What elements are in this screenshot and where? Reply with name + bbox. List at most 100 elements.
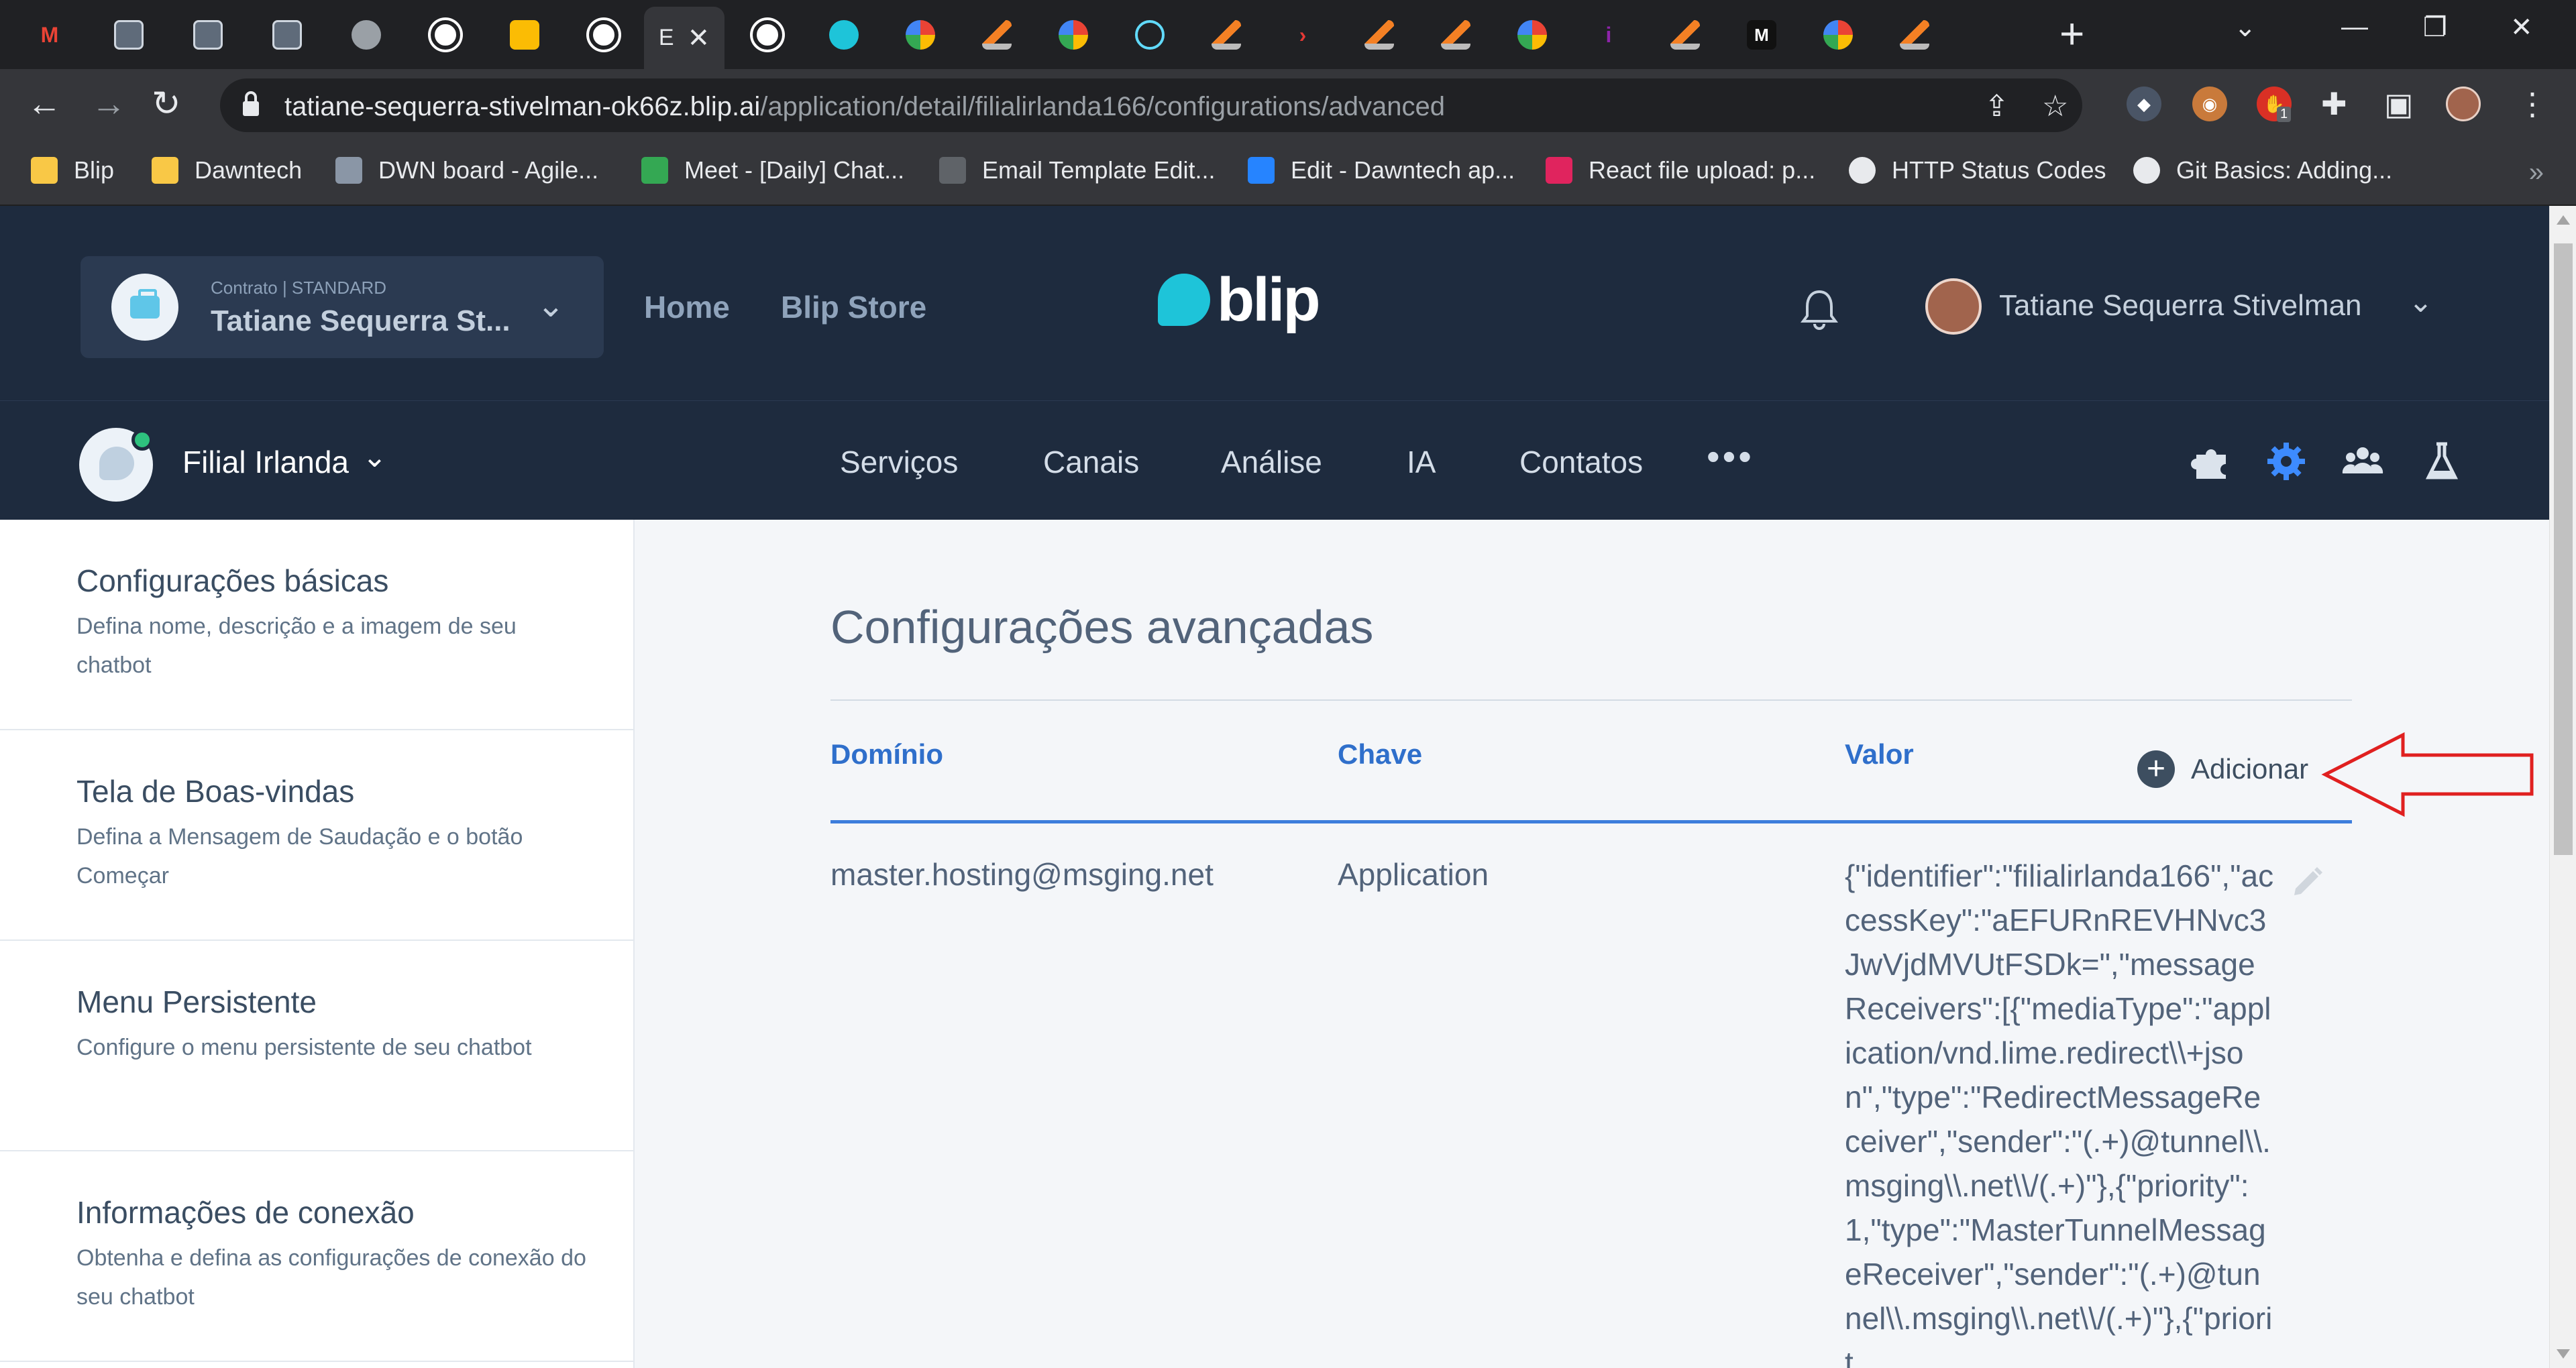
browser-tab[interactable] (1190, 11, 1263, 59)
sidebar-item-informacoes-conexao[interactable]: Informações de conexão Obtenha e defina … (0, 1151, 635, 1362)
blip-logo[interactable]: blip (1158, 269, 1321, 331)
browser-tab[interactable] (1114, 11, 1186, 59)
bookmark-item[interactable]: Edit - Dawntech ap... (1248, 156, 1515, 184)
bookmark-star-icon[interactable]: ☆ (2042, 89, 2068, 123)
browser-tab[interactable] (1878, 11, 1951, 59)
browser-tab[interactable] (731, 11, 804, 59)
browser-tab[interactable] (884, 11, 957, 59)
sidebar-item-tela-boas-vindas[interactable]: Tela de Boas-vindas Defina a Mensagem de… (0, 730, 635, 941)
chevron-down-icon[interactable]: ⌄ (2408, 285, 2433, 319)
back-button[interactable]: ← (27, 84, 62, 124)
page-scrollbar[interactable] (2549, 206, 2576, 1368)
browser-tab[interactable] (409, 11, 482, 59)
bookmark-item[interactable]: HTTP Status Codes (1849, 156, 2106, 184)
plus-icon: + (2137, 750, 2175, 788)
team-icon[interactable] (2341, 440, 2384, 483)
browser-tab[interactable] (1802, 11, 1874, 59)
browser-tab[interactable] (1037, 11, 1110, 59)
bookmark-item[interactable]: DWN board - Agile... (335, 156, 598, 184)
browser-tab[interactable]: i (1572, 11, 1645, 59)
browser-tab[interactable] (568, 11, 640, 59)
browser-menu-icon[interactable]: ⋮ (2517, 84, 2548, 124)
share-icon[interactable]: ⇪ (1984, 89, 2009, 123)
user-avatar[interactable] (1925, 278, 1982, 335)
browser-tab[interactable] (808, 11, 880, 59)
stackoverflow-icon (1900, 20, 1929, 50)
scroll-up-icon[interactable] (2557, 215, 2570, 225)
extension-owl-icon[interactable]: ◉ (2192, 87, 2227, 121)
sidebar-item-configuracoes-basicas[interactable]: Configurações básicas Defina nome, descr… (0, 520, 635, 730)
template-icon (939, 157, 966, 184)
sidebar-item-desc: Defina nome, descrição e a imagem de seu… (76, 614, 517, 678)
nav-contatos[interactable]: Contatos (1519, 444, 1643, 480)
browser-tab[interactable]: › (1267, 11, 1339, 59)
browser-tab[interactable] (961, 11, 1033, 59)
more-bookmarks-icon[interactable]: » (2529, 158, 2544, 188)
folder-icon (31, 157, 58, 184)
puzzle-icon[interactable] (2190, 440, 2233, 483)
nav-ia[interactable]: IA (1407, 444, 1436, 480)
restore-button[interactable]: ❐ (2423, 12, 2447, 43)
browser-tab[interactable] (1343, 11, 1415, 59)
nav-canais[interactable]: Canais (1043, 444, 1139, 480)
tab-search-chevron-icon[interactable]: ⌄ (2234, 12, 2257, 43)
browser-tab[interactable] (1419, 11, 1492, 59)
column-header-dominio: Domínio (830, 738, 943, 770)
contract-selector[interactable]: Contrato | STANDARD Tatiane Sequerra St.… (80, 256, 604, 358)
browser-tab[interactable] (330, 11, 402, 59)
extension-adblock-icon[interactable]: ✋ 1 (2257, 87, 2292, 122)
browser-tab[interactable] (1649, 11, 1721, 59)
edit-pencil-icon[interactable] (2288, 864, 2325, 902)
nav-servicos[interactable]: Serviços (840, 444, 958, 480)
browser-tab[interactable] (1496, 11, 1568, 59)
browser-tab[interactable]: M (13, 11, 86, 59)
tab-active[interactable]: E ✕ (644, 7, 724, 69)
new-tab-button[interactable]: + (2059, 12, 2084, 55)
bookmark-item[interactable]: Meet - [Daily] Chat... (641, 156, 904, 184)
add-button[interactable]: + Adicionar (2137, 750, 2308, 788)
stackoverflow-icon (982, 20, 1012, 50)
chevron-down-icon[interactable]: ⌄ (362, 440, 387, 474)
nav-home[interactable]: Home (644, 289, 730, 325)
address-bar[interactable]: tatiane-sequerra-stivelman-ok66z.blip.ai… (220, 78, 2082, 132)
close-tab-icon[interactable]: ✕ (688, 23, 710, 54)
browser-tab[interactable] (93, 11, 165, 59)
minimize-button[interactable]: — (2341, 12, 2368, 42)
user-name[interactable]: Tatiane Sequerra Stivelman (1999, 289, 2362, 323)
online-status-icon (131, 429, 153, 451)
flask-icon[interactable] (2420, 440, 2463, 483)
bell-icon[interactable] (1798, 288, 1841, 331)
forward-button[interactable]: → (91, 84, 126, 124)
bookmark-item[interactable]: Email Template Edit... (939, 156, 1215, 184)
nav-blip-store[interactable]: Blip Store (781, 289, 926, 325)
browser-tab-strip: M E ✕ › i M + ⌄ — ❐ ✕ (0, 0, 2576, 69)
bookmark-item[interactable]: Git Basics: Adding... (2133, 156, 2392, 184)
column-header-chave: Chave (1338, 738, 1423, 770)
bookmark-item[interactable]: Dawntech (152, 156, 302, 184)
bookmark-item[interactable]: Blip (31, 156, 114, 184)
bookmark-label: Git Basics: Adding... (2176, 156, 2393, 184)
meet-icon (641, 157, 668, 184)
browser-tab[interactable] (251, 11, 323, 59)
nav-analise[interactable]: Análise (1221, 444, 1322, 480)
reload-button[interactable]: ↻ (152, 84, 181, 124)
sidebar-item-menu-persistente[interactable]: Menu Persistente Configure o menu persis… (0, 941, 635, 1151)
extensions-puzzle-icon[interactable]: ✚ (2321, 84, 2347, 124)
bookmark-item[interactable]: React file upload: p... (1546, 156, 1815, 184)
bot-name[interactable]: Filial Irlanda (182, 444, 349, 480)
more-options-icon[interactable]: ••• (1707, 435, 1754, 478)
m-icon: M (1747, 20, 1776, 50)
browser-tab[interactable]: M (1725, 11, 1798, 59)
browser-tab[interactable] (172, 11, 244, 59)
sidebar-item-desc: Configure o menu persistente de seu chat… (76, 1035, 532, 1060)
extension-app-icon[interactable]: ◆ (2127, 87, 2161, 121)
profile-avatar[interactable] (2446, 87, 2481, 121)
info-icon: i (1605, 22, 1612, 47)
gear-icon[interactable] (2265, 440, 2308, 483)
scroll-down-icon[interactable] (2557, 1349, 2570, 1359)
side-panel-icon[interactable]: ▣ (2384, 84, 2413, 124)
browser-tab[interactable] (488, 11, 561, 59)
scroll-thumb[interactable] (2554, 243, 2573, 855)
contract-name: Tatiane Sequerra St... (211, 304, 511, 337)
close-window-button[interactable]: ✕ (2510, 12, 2533, 43)
